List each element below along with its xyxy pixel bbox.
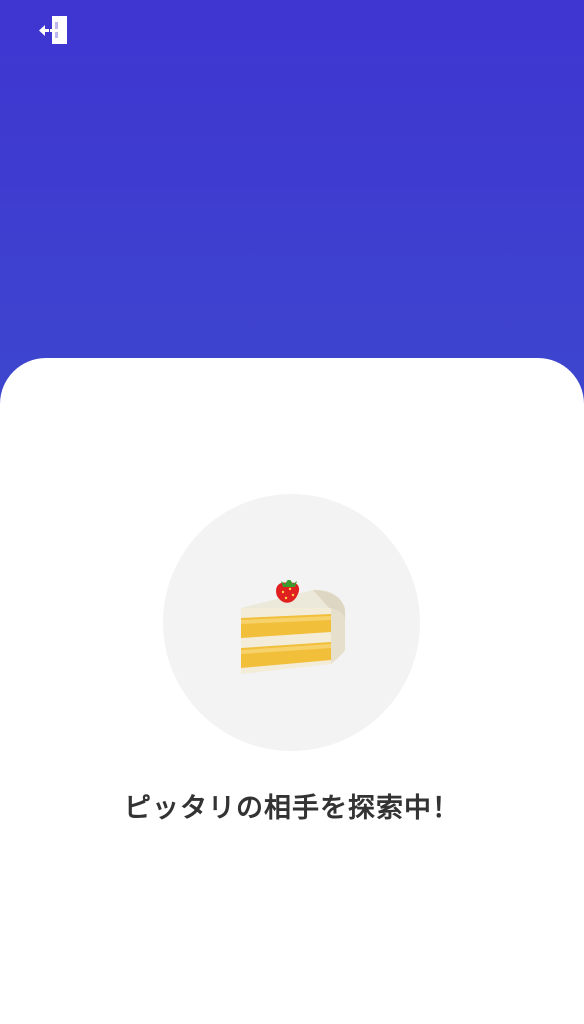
matching-screen: ピッタリの相手を探索中！ xyxy=(0,0,584,1024)
exit-button[interactable] xyxy=(36,13,72,47)
content-sheet: ピッタリの相手を探索中！ xyxy=(0,358,584,1024)
strawberry-shortcake-icon xyxy=(241,580,345,674)
searching-status-text: ピッタリの相手を探索中！ xyxy=(124,793,460,824)
avatar-circle xyxy=(163,494,420,751)
exit-door-icon xyxy=(39,16,67,44)
